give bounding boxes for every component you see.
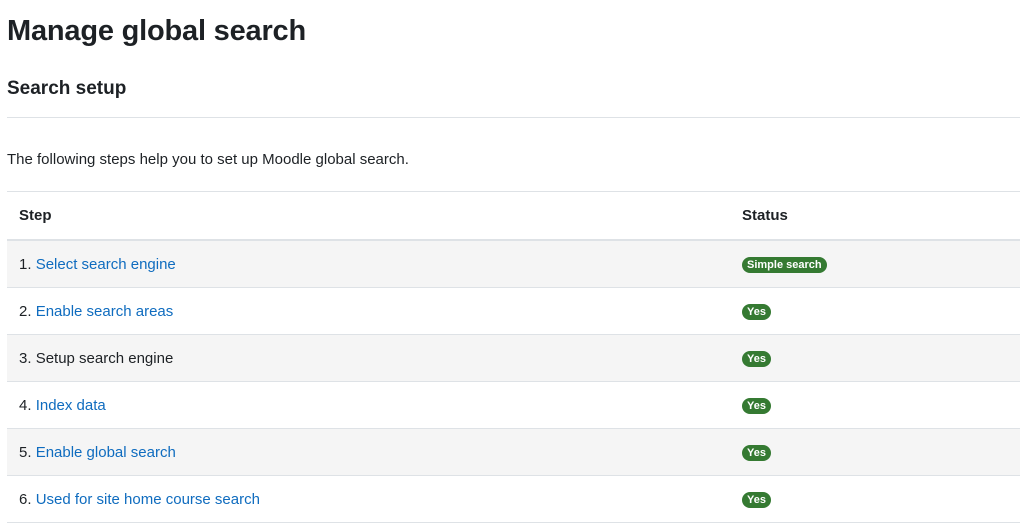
step-cell: 6. Used for site home course search xyxy=(7,475,726,523)
table-row: 1. Select search engine Simple search xyxy=(7,240,1020,288)
page-container: Manage global search Search setup The fo… xyxy=(0,0,1022,523)
step-cell: 4. Index data xyxy=(7,381,726,429)
status-badge: Yes xyxy=(742,350,771,367)
step-cell: 5. Enable global search xyxy=(7,428,726,476)
status-badge: Yes xyxy=(742,397,771,414)
table-row: 4. Index data Yes xyxy=(7,381,1020,429)
search-setup-table: Step Status 1. Select search engine Simp… xyxy=(7,191,1020,523)
step-number: 4. xyxy=(19,396,32,414)
page-title: Manage global search xyxy=(7,15,306,47)
status-badge: Yes xyxy=(742,444,771,461)
table-row: 5. Enable global search Yes xyxy=(7,428,1020,476)
enable-global-search-link[interactable]: Enable global search xyxy=(36,444,176,461)
step-number: 3. xyxy=(19,349,32,367)
column-header-status: Status xyxy=(726,191,1020,241)
status-badge: Yes xyxy=(742,491,771,508)
status-cell: Yes xyxy=(726,381,1020,429)
step-cell: 1. Select search engine xyxy=(7,240,726,288)
step-cell: 2. Enable search areas xyxy=(7,287,726,335)
status-badge: Yes xyxy=(742,303,771,320)
status-cell: Yes xyxy=(726,287,1020,335)
table-row: 2. Enable search areas Yes xyxy=(7,287,1020,335)
table-header-row: Step Status xyxy=(7,191,1020,241)
index-data-link[interactable]: Index data xyxy=(36,397,106,414)
status-cell: Yes xyxy=(726,334,1020,382)
intro-text: The following steps help you to set up M… xyxy=(7,151,409,168)
select-search-engine-link[interactable]: Select search engine xyxy=(36,256,176,273)
status-badge: Simple search xyxy=(742,256,827,273)
enable-search-areas-link[interactable]: Enable search areas xyxy=(36,303,174,320)
status-cell: Yes xyxy=(726,428,1020,476)
step-cell: 3. Setup search engine xyxy=(7,334,726,382)
step-number: 2. xyxy=(19,302,32,320)
table-row: 6. Used for site home course search Yes xyxy=(7,475,1020,523)
step-number: 1. xyxy=(19,255,32,273)
table-row: 3. Setup search engine Yes xyxy=(7,334,1020,382)
site-home-course-search-link[interactable]: Used for site home course search xyxy=(36,491,260,508)
status-cell: Simple search xyxy=(726,240,1020,288)
section-title: Search setup xyxy=(7,78,127,99)
step-number: 6. xyxy=(19,490,32,508)
step-number: 5. xyxy=(19,443,32,461)
setup-search-engine-label: Setup search engine xyxy=(35,349,174,367)
status-cell: Yes xyxy=(726,475,1020,523)
section-divider xyxy=(7,117,1020,118)
column-header-step: Step xyxy=(7,191,726,241)
